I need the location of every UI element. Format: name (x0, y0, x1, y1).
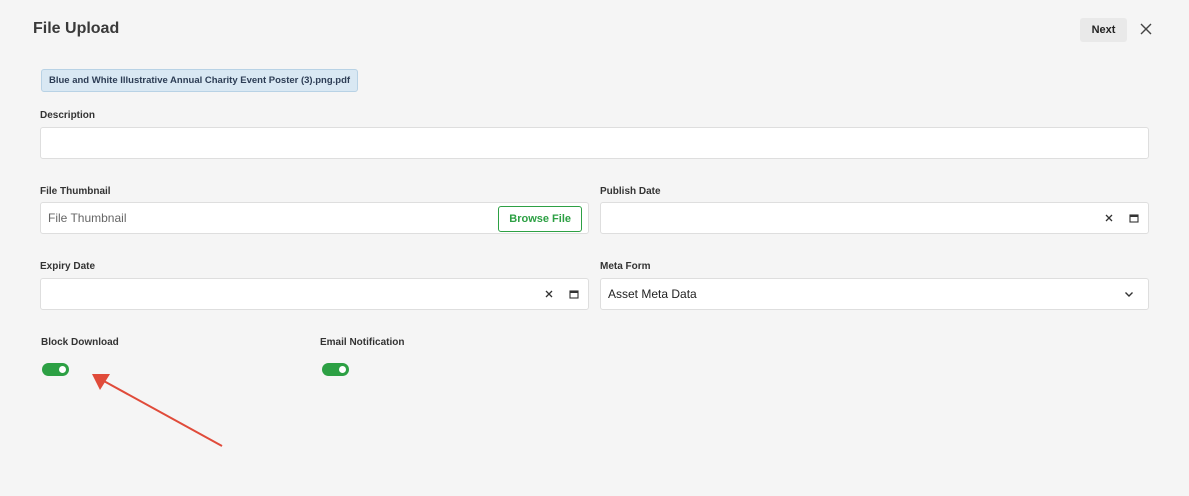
publish-date-label: Publish Date (600, 186, 661, 197)
thumbnail-placeholder: File Thumbnail (48, 211, 127, 225)
next-button[interactable]: Next (1080, 18, 1127, 42)
clear-icon[interactable] (1103, 212, 1115, 224)
thumbnail-field[interactable]: File Thumbnail Browse File (40, 202, 589, 234)
block-download-toggle[interactable] (42, 363, 69, 376)
expiry-date-label: Expiry Date (40, 261, 96, 272)
calendar-icon[interactable] (568, 288, 580, 300)
meta-form-selected: Asset Meta Data (608, 287, 697, 301)
meta-form-label: Meta Form (600, 261, 651, 272)
thumbnail-label: File Thumbnail (40, 186, 111, 197)
page-title: File Upload (33, 20, 120, 37)
publish-date-field[interactable] (600, 202, 1149, 234)
expiry-date-field[interactable] (40, 278, 589, 310)
chevron-down-icon (1125, 292, 1133, 297)
description-field[interactable] (40, 127, 1149, 159)
annotation-arrow (92, 374, 223, 447)
file-chip: Blue and White Illustrative Annual Chari… (41, 69, 359, 92)
browse-file-button[interactable]: Browse File (498, 206, 582, 232)
meta-form-select[interactable]: Asset Meta Data (600, 278, 1149, 310)
toggle-knob (339, 366, 346, 373)
description-label: Description (40, 110, 96, 121)
calendar-icon[interactable] (1128, 212, 1140, 224)
close-icon[interactable] (1138, 21, 1154, 37)
email-notification-toggle[interactable] (322, 363, 349, 376)
clear-icon[interactable] (543, 288, 555, 300)
email-notification-label: Email Notification (320, 337, 405, 348)
block-download-label: Block Download (41, 337, 119, 348)
toggle-knob (59, 366, 66, 373)
